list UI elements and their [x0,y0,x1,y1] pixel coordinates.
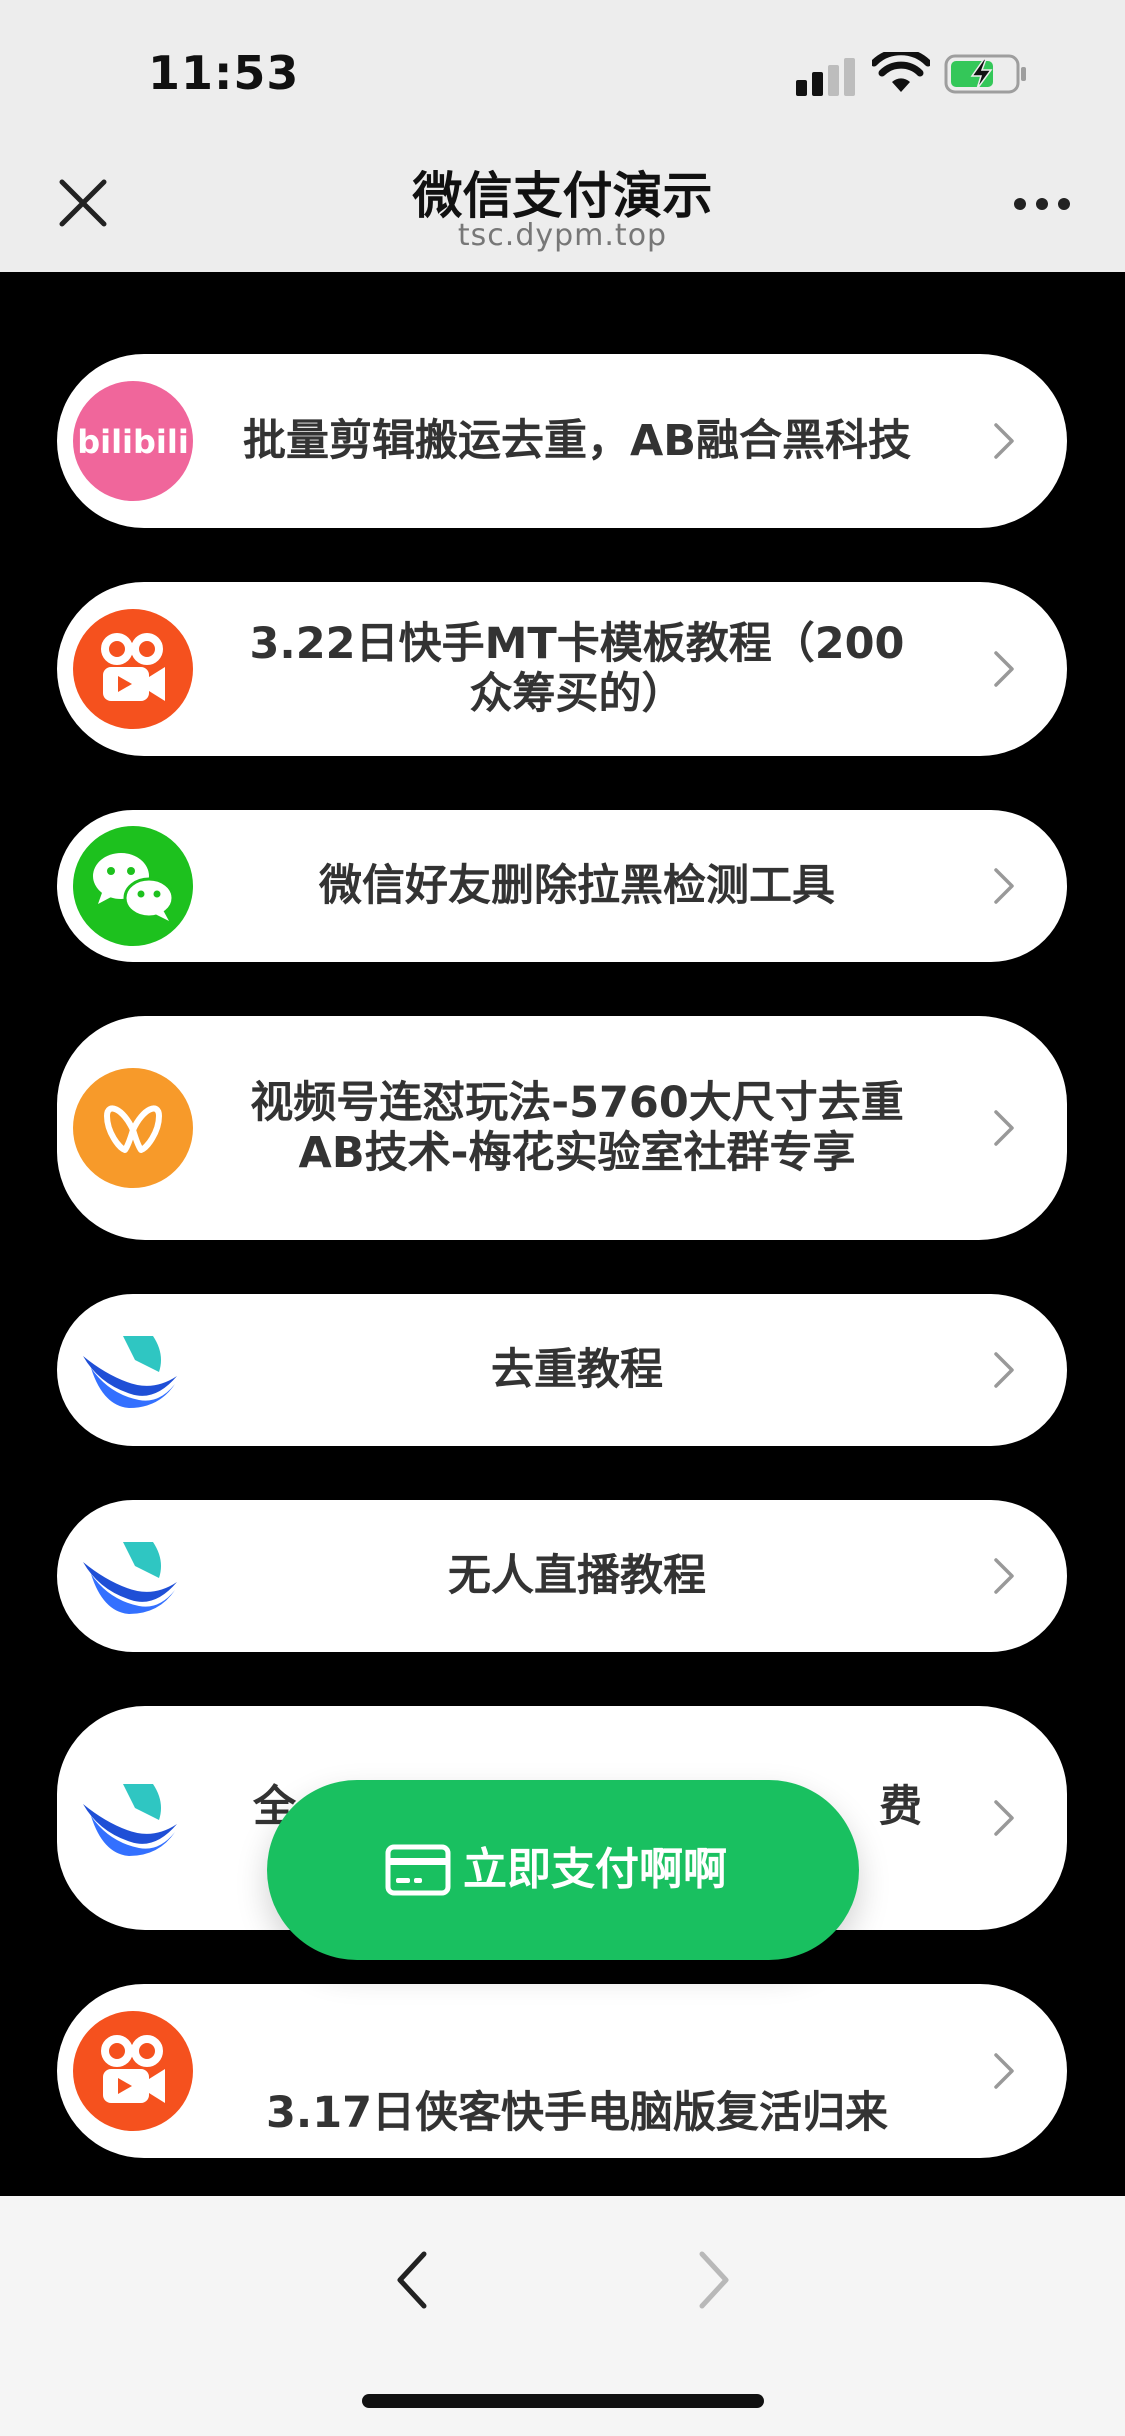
more-icon[interactable] [1012,196,1072,212]
wechat-icon [73,826,193,946]
chevron-right-icon [994,1352,1014,1388]
back-icon[interactable] [392,2248,432,2312]
list-item-label: 微信好友删除拉黑检测工具 [319,861,835,911]
list-item[interactable]: bilibili 批量剪辑搬运去重，AB融合黑科技 [57,354,1067,528]
list-item-label: 3.17日侠客快手电脑版复活归来 [265,2088,889,2138]
status-time: 11:53 [148,46,300,100]
chevron-right-icon [994,1110,1014,1146]
feishu-icon [83,1784,177,1856]
list-item[interactable]: 微信好友删除拉黑检测工具 [57,810,1067,962]
kuaishou-icon [73,2011,193,2131]
forward-icon[interactable] [694,2248,734,2312]
battery-charging-icon [944,54,1026,94]
browser-toolbar [0,2196,1125,2436]
feishu-icon [83,1542,177,1614]
page-url: tsc.dypm.top [457,218,668,253]
list-item[interactable]: 视频号连怼玩法-5760大尺寸去重AB技术-梅花实验室社群专享 [57,1016,1067,1240]
browser-header: 11:53 微信支付演示 tsc.dypm.top [0,0,1125,272]
list-item[interactable]: 3.22日快手MT卡模板教程（200众筹买的） [57,582,1067,756]
chevron-right-icon [994,651,1014,687]
list-item-label: 视频号连怼玩法-5760大尺寸去重AB技术-梅花实验室社群专享 [250,1078,904,1178]
chevron-right-icon [994,1800,1014,1836]
kuaishou-icon [73,609,193,729]
card-icon [385,1844,451,1896]
signal-icon [796,58,855,96]
home-indicator [362,2394,764,2408]
pay-now-button[interactable]: 立即支付啊啊 [267,1780,859,1960]
chevron-right-icon [994,423,1014,459]
chevron-right-icon [994,868,1014,904]
channels-icon [73,1068,193,1188]
list-item-label: 批量剪辑搬运去重，AB融合黑科技 [242,416,912,466]
list-item-label: 3.22日快手MT卡模板教程（200众筹买的） [249,619,905,719]
feishu-icon [83,1336,177,1408]
list-item[interactable]: 去重教程 [57,1294,1067,1446]
bilibili-logo-text: bilibili [77,423,189,461]
list-item-label: 去重教程 [491,1345,663,1395]
list-item[interactable]: 无人直播教程 [57,1500,1067,1652]
bilibili-icon: bilibili [73,381,193,501]
wifi-icon [872,52,930,92]
pay-now-label: 立即支付啊啊 [463,1844,727,1895]
chevron-right-icon [994,2053,1014,2089]
chevron-right-icon [994,1558,1014,1594]
list-item-label-tail: 费 [879,1782,922,1832]
list-item-label: 无人直播教程 [448,1551,706,1601]
list-item[interactable]: 3.17日侠客快手电脑版复活归来 [57,1984,1067,2158]
